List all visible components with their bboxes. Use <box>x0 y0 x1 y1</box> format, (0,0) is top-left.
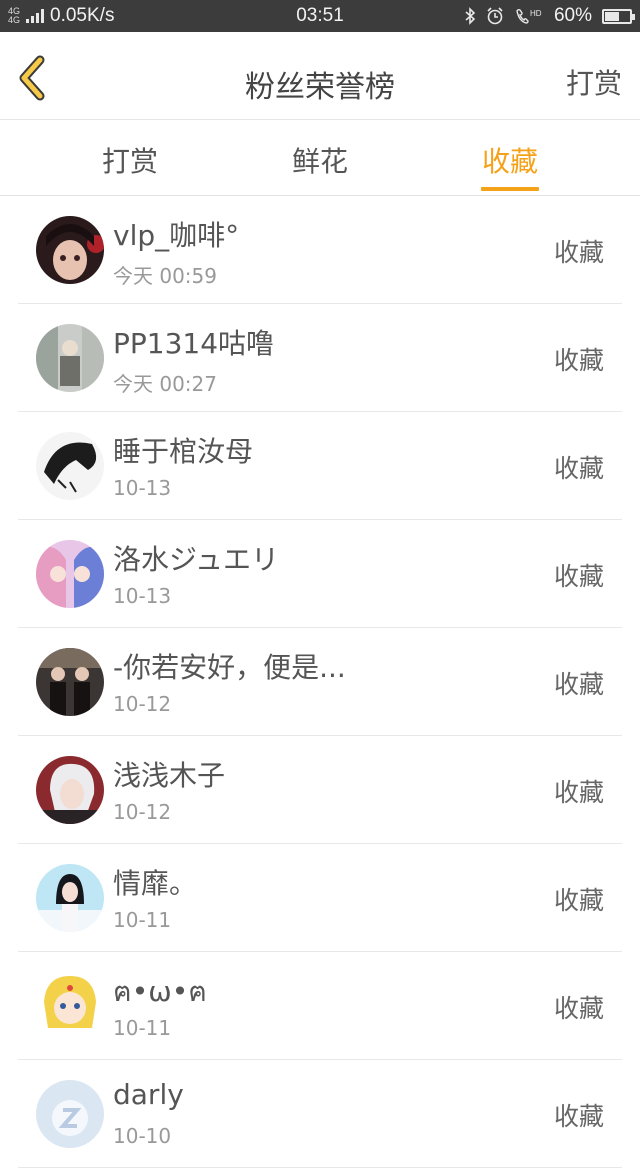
list-item[interactable]: 情靡。 10-11 收藏 <box>0 844 640 952</box>
list-item[interactable]: 浅浅木子 10-12 收藏 <box>0 736 640 844</box>
battery-fill <box>605 11 619 21</box>
reward-button[interactable]: 打赏 <box>566 62 622 102</box>
user-name: 睡于棺汝母 <box>113 435 254 468</box>
collect-date: 今天 00:59 <box>113 264 217 288</box>
avatar[interactable] <box>36 324 104 392</box>
collect-label: 收藏 <box>553 778 604 807</box>
list-item[interactable]: 洛水ジュエリ 10-13 收藏 <box>0 520 640 628</box>
fan-list: vlp_咖啡° 今天 00:59 收藏 PP1314咕噜 今天 00:27 收藏… <box>0 196 640 1168</box>
avatar[interactable] <box>36 540 104 608</box>
chevron-left-icon <box>19 55 45 101</box>
user-name: darly <box>113 1078 184 1111</box>
collect-date: 10-11 <box>113 1016 172 1040</box>
collect-label: 收藏 <box>553 454 604 483</box>
collect-date: 10-10 <box>113 1124 172 1148</box>
user-name: ฅ•ω•ฅ <box>113 975 207 1008</box>
avatar[interactable] <box>36 216 104 284</box>
collect-label: 收藏 <box>553 346 604 375</box>
bluetooth-icon <box>465 7 476 25</box>
list-item[interactable]: vlp_咖啡° 今天 00:59 收藏 <box>0 196 640 304</box>
tab-flowers[interactable]: 鲜花 <box>265 140 375 180</box>
battery-icon <box>602 8 635 24</box>
collect-date: 10-12 <box>113 800 172 824</box>
list-item[interactable]: -你若安好，便是... 10-12 收藏 <box>0 628 640 736</box>
tab-label: 打赏 <box>101 145 158 178</box>
tab-favorites[interactable]: 收藏 <box>455 140 565 191</box>
back-button[interactable] <box>14 54 54 102</box>
avatar[interactable] <box>36 864 104 932</box>
avatar[interactable] <box>36 432 104 500</box>
user-name: 洛水ジュエリ <box>113 543 280 576</box>
collect-date: 10-13 <box>113 476 172 500</box>
svg-text:HD: HD <box>530 9 542 18</box>
user-name: vlp_咖啡° <box>113 219 240 252</box>
tab-active-indicator <box>481 187 539 191</box>
tab-bar: 打赏 鲜花 收藏 <box>0 120 640 196</box>
list-item[interactable]: darly 10-10 收藏 <box>0 1060 640 1168</box>
list-item[interactable]: 睡于棺汝母 10-13 收藏 <box>0 412 640 520</box>
status-right: HD 60% <box>464 4 635 28</box>
status-bar: 4G 4G 0.05K/s 03:51 HD 60% <box>0 0 640 32</box>
list-item[interactable]: PP1314咕噜 今天 00:27 收藏 <box>0 304 640 412</box>
tab-reward[interactable]: 打赏 <box>75 140 185 180</box>
user-name: 情靡。 <box>113 867 198 900</box>
alarm-icon <box>487 7 503 25</box>
collect-date: 10-11 <box>113 908 172 932</box>
collect-date: 今天 00:27 <box>113 372 217 396</box>
collect-label: 收藏 <box>553 994 604 1023</box>
tab-label: 鲜花 <box>291 145 348 178</box>
battery-percent: 60% <box>553 5 592 26</box>
collect-label: 收藏 <box>553 1102 604 1131</box>
collect-label: 收藏 <box>553 562 604 591</box>
collect-label: 收藏 <box>553 238 604 267</box>
tab-label: 收藏 <box>481 145 538 178</box>
user-name: -你若安好，便是... <box>113 651 346 684</box>
page-title: 粉丝荣誉榜 <box>245 70 395 105</box>
app-header: 粉丝荣誉榜 打赏 <box>0 32 640 120</box>
collect-date: 10-12 <box>113 692 172 716</box>
user-name: PP1314咕噜 <box>113 327 275 360</box>
avatar[interactable] <box>36 972 104 1040</box>
collect-label: 收藏 <box>553 670 604 699</box>
hd-call-icon: HD <box>516 8 542 24</box>
avatar[interactable] <box>36 648 104 716</box>
collect-date: 10-13 <box>113 584 172 608</box>
user-name: 浅浅木子 <box>113 759 226 792</box>
avatar[interactable] <box>36 756 104 824</box>
collect-label: 收藏 <box>553 886 604 915</box>
list-item[interactable]: ฅ•ω•ฅ 10-11 收藏 <box>0 952 640 1060</box>
